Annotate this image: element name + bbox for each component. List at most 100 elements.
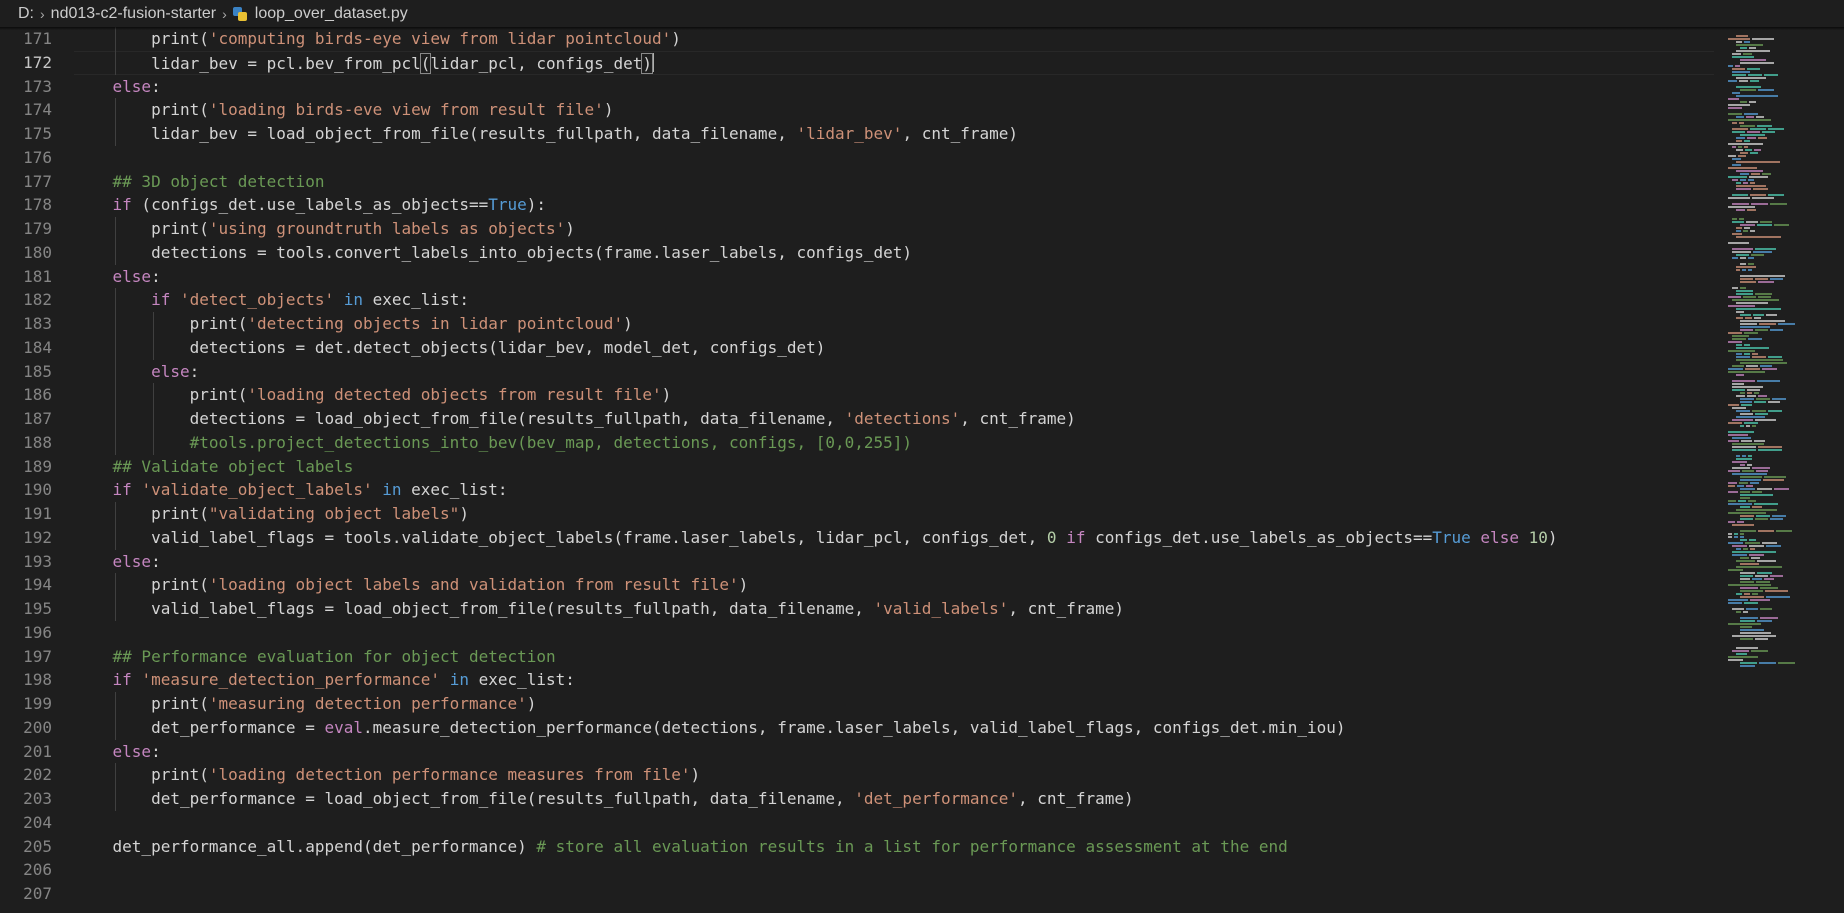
code-line[interactable]: ## Validate object labels: [74, 455, 1714, 479]
line-number: 194: [23, 575, 52, 595]
minimap-line: [1736, 455, 1740, 457]
code-line[interactable]: if 'validate_object_labels' in exec_list…: [74, 478, 1714, 502]
indent-guide: [114, 502, 116, 550]
code-area[interactable]: print('computing birds-eye view from lid…: [74, 27, 1726, 913]
code-line[interactable]: print('loading object labels and validat…: [74, 573, 1714, 597]
code-line[interactable]: valid_label_flags = tools.validate_objec…: [74, 526, 1714, 550]
line-number: 175: [23, 124, 52, 143]
code-line[interactable]: [74, 882, 1714, 906]
code-editor[interactable]: 171 172 173 174 175 176 177 178 179 180 181 182 183 1…: [0, 27, 1844, 913]
minimap-line: [1756, 515, 1770, 517]
code-line[interactable]: detections = tools.convert_labels_into_o…: [74, 241, 1714, 265]
minimap-line: [1764, 476, 1786, 478]
minimap-line: [1737, 521, 1744, 523]
code-line[interactable]: print("validating object labels"): [74, 502, 1714, 526]
code-token: print(: [189, 314, 248, 333]
minimap-line: [1751, 203, 1768, 205]
minimap-line: [1728, 503, 1752, 505]
code-line[interactable]: else:: [74, 75, 1714, 99]
minimap-line: [1732, 338, 1746, 340]
code-line[interactable]: print('measuring detection performance'): [74, 692, 1714, 716]
code-line[interactable]: if 'measure_detection_performance' in ex…: [74, 668, 1714, 692]
code-line[interactable]: det_performance = load_object_from_file(…: [74, 787, 1714, 811]
code-token: (: [199, 29, 209, 48]
code-line[interactable]: [74, 811, 1714, 835]
minimap-line: [1743, 611, 1748, 613]
code-token: if: [151, 290, 171, 310]
minimap-line: [1732, 449, 1756, 451]
code-line[interactable]: else:: [74, 360, 1714, 384]
code-line[interactable]: detections = load_object_from_file(resul…: [74, 407, 1714, 431]
code-token: print(: [151, 694, 209, 713]
minimap-line: [1736, 653, 1747, 655]
minimap-line: [1732, 122, 1737, 124]
line-number: 174: [23, 100, 52, 120]
breadcrumb-file[interactable]: loop_over_dataset.py: [255, 5, 408, 23]
minimap-line: [1732, 608, 1744, 610]
minimap-line: [1740, 590, 1763, 592]
code-line[interactable]: print('using groundtruth labels as objec…: [74, 217, 1714, 241]
code-token: det_performance = load_object_from_file(…: [151, 789, 855, 808]
minimap[interactable]: [1722, 27, 1844, 913]
code-line[interactable]: ## 3D object detection: [74, 170, 1714, 194]
breadcrumb-drive[interactable]: D:: [18, 5, 34, 23]
code-line[interactable]: print('loading detection performance mea…: [74, 763, 1714, 787]
code-line[interactable]: print('computing birds-eye view from lid…: [74, 27, 1714, 51]
minimap-line: [1732, 203, 1749, 205]
minimap-line: [1743, 53, 1752, 55]
chevron-right-icon: ›: [222, 5, 227, 22]
code-line[interactable]: if (configs_det.use_labels_as_objects==T…: [74, 193, 1714, 217]
minimap-line: [1760, 617, 1778, 619]
code-line[interactable]: lidar_bev = pcl.bev_from_pcl(lidar_pcl, …: [74, 50, 1714, 75]
code-line[interactable]: [74, 146, 1714, 170]
code-line[interactable]: detections = det.detect_objects(lidar_be…: [74, 336, 1714, 360]
minimap-line: [1754, 401, 1766, 403]
code-line[interactable]: if 'detect_objects' in exec_list:: [74, 288, 1714, 312]
minimap-line: [1740, 617, 1758, 619]
code-line[interactable]: det_performance = eval.measure_detection…: [74, 716, 1714, 740]
code-token: in: [382, 480, 402, 500]
code-line[interactable]: valid_label_flags = load_object_from_fil…: [74, 597, 1714, 621]
minimap-line: [1732, 437, 1751, 439]
minimap-line: [1747, 395, 1756, 397]
minimap-line: [1750, 230, 1755, 232]
minimap-line: [1740, 179, 1746, 181]
minimap-line: [1740, 413, 1753, 415]
code-line[interactable]: [74, 858, 1714, 882]
minimap-line: [1758, 137, 1767, 139]
code-token: valid_label_flags = tools.validate_objec…: [151, 527, 1047, 547]
line-number: 207: [23, 884, 52, 903]
code-line[interactable]: else:: [74, 550, 1714, 574]
minimap-line: [1728, 656, 1758, 658]
minimap-line: [1748, 74, 1762, 76]
code-line[interactable]: [74, 621, 1714, 645]
minimap-line: [1745, 542, 1760, 544]
minimap-line: [1736, 137, 1745, 139]
minimap-line: [1728, 305, 1755, 307]
minimap-line: [1740, 539, 1747, 541]
minimap-line: [1772, 515, 1786, 517]
breadcrumb-folder[interactable]: nd013-c2-fusion-starter: [51, 5, 216, 23]
minimap-line: [1764, 578, 1774, 580]
minimap-line: [1749, 545, 1764, 547]
code-token: 'loading birds-eve view from result file…: [208, 100, 604, 120]
code-token: else: [112, 551, 152, 571]
code-line[interactable]: lidar_bev = load_object_from_file(result…: [74, 122, 1714, 146]
code-line[interactable]: #tools.project_detections_into_bev(bev_m…: [74, 431, 1714, 455]
code-line[interactable]: else:: [74, 265, 1714, 289]
code-token: ): [671, 29, 681, 48]
code-token: , cnt_frame): [1008, 599, 1124, 618]
code-line[interactable]: print('loading birds-eve view from resul…: [74, 98, 1714, 122]
code-line[interactable]: print('detecting objects in lidar pointc…: [74, 312, 1714, 336]
code-line[interactable]: ## Performance evaluation for object det…: [74, 645, 1714, 669]
code-line[interactable]: else:: [74, 740, 1714, 764]
minimap-line: [1740, 506, 1750, 508]
minimap-line: [1756, 116, 1764, 118]
minimap-line: [1736, 86, 1761, 88]
code-line[interactable]: print('loading detected objects from res…: [74, 383, 1714, 407]
code-line[interactable]: det_performance_all.append(det_performan…: [74, 835, 1714, 859]
